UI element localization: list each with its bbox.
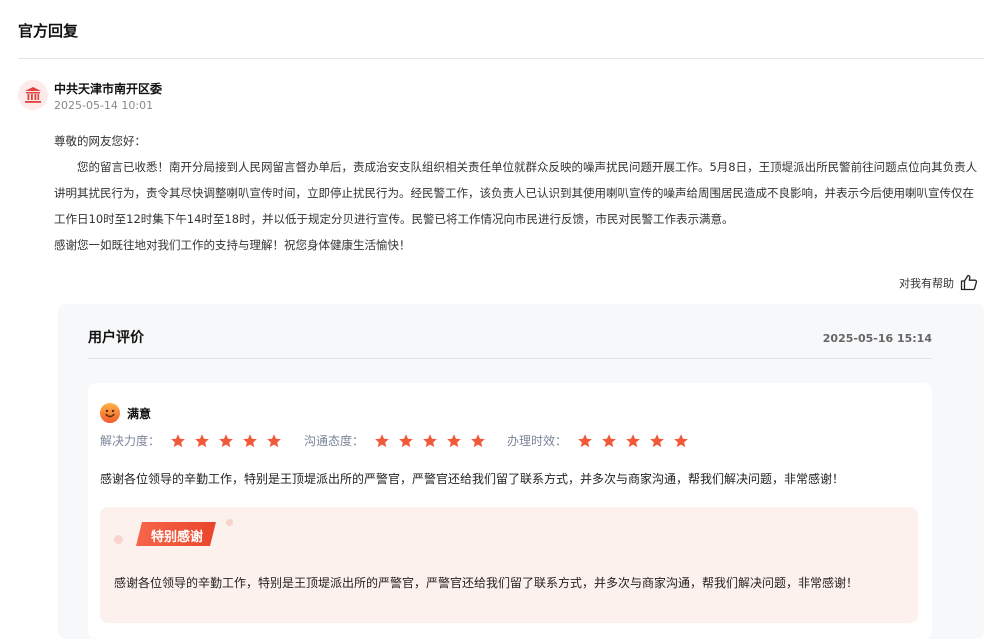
org-name: 中共天津市南开区委 — [54, 82, 163, 96]
satisfaction-label: 满意 — [127, 407, 152, 421]
special-thanks-text: 感谢各位领导的辛勤工作，特别是王顶堤派出所的严警官，严警官还给我们留了联系方式，… — [114, 576, 859, 590]
star-icon — [471, 433, 485, 447]
star-icon — [171, 433, 185, 447]
star-icon — [243, 433, 257, 447]
star-icon — [399, 433, 413, 447]
rating-attitude: 沟通态度： — [304, 432, 486, 449]
thumbs-up-icon — [960, 274, 978, 291]
star-icon — [375, 433, 389, 447]
rating-label: 解决力度： — [100, 434, 161, 448]
star-icon — [674, 433, 688, 447]
decor-dot — [114, 535, 123, 544]
rating-timeliness: 办理时效： — [507, 432, 689, 449]
helpful-button[interactable]: 对我有帮助 — [899, 274, 978, 291]
star-icon — [602, 433, 616, 447]
user-comment: 感谢各位领导的辛勤工作，特别是王顶堤派出所的严警官，严警官还给我们留了联系方式，… — [100, 472, 845, 486]
helpful-label: 对我有帮助 — [899, 276, 954, 290]
evaluation-divider — [88, 358, 932, 359]
rating-label: 沟通态度： — [304, 434, 365, 448]
star-icon — [219, 433, 233, 447]
header-divider — [18, 58, 984, 59]
star-rating — [170, 433, 282, 449]
reply-closing: 感谢您一如既往地对我们工作的支持与理解！祝您身体健康生活愉快！ — [54, 238, 411, 252]
smiley-face-icon — [100, 403, 120, 423]
reply-timestamp: 2025-05-14 10:01 — [54, 99, 154, 112]
star-icon — [626, 433, 640, 447]
star-icon — [267, 433, 281, 447]
special-thanks-label: 特别感谢 — [150, 530, 203, 545]
rating-resolution: 解决力度： — [100, 432, 282, 449]
star-icon — [423, 433, 437, 447]
org-avatar — [18, 80, 48, 110]
evaluation-timestamp: 2025-05-16 15:14 — [822, 332, 932, 345]
star-icon — [195, 433, 209, 447]
decor-dot — [226, 519, 233, 526]
evaluation-title: 用户评价 — [88, 330, 144, 346]
star-icon — [447, 433, 461, 447]
star-icon — [650, 433, 664, 447]
reply-greeting: 尊敬的网友您好： — [54, 134, 146, 148]
star-rating — [374, 433, 486, 449]
star-rating — [577, 433, 689, 449]
government-building-icon — [25, 87, 41, 103]
reply-body-text: 您的留言已收悉！南开分局接到人民网留言督办单后，责成治安支队组织相关责任单位就群… — [54, 160, 978, 226]
reply-content: 尊敬的网友您好： 您的留言已收悉！南开分局接到人民网留言督办单后，责成治安支队组… — [54, 128, 984, 258]
special-thanks-box — [100, 507, 918, 623]
star-icon — [578, 433, 592, 447]
rating-label: 办理时效： — [507, 434, 568, 448]
section-title: 官方回复 — [18, 22, 79, 40]
